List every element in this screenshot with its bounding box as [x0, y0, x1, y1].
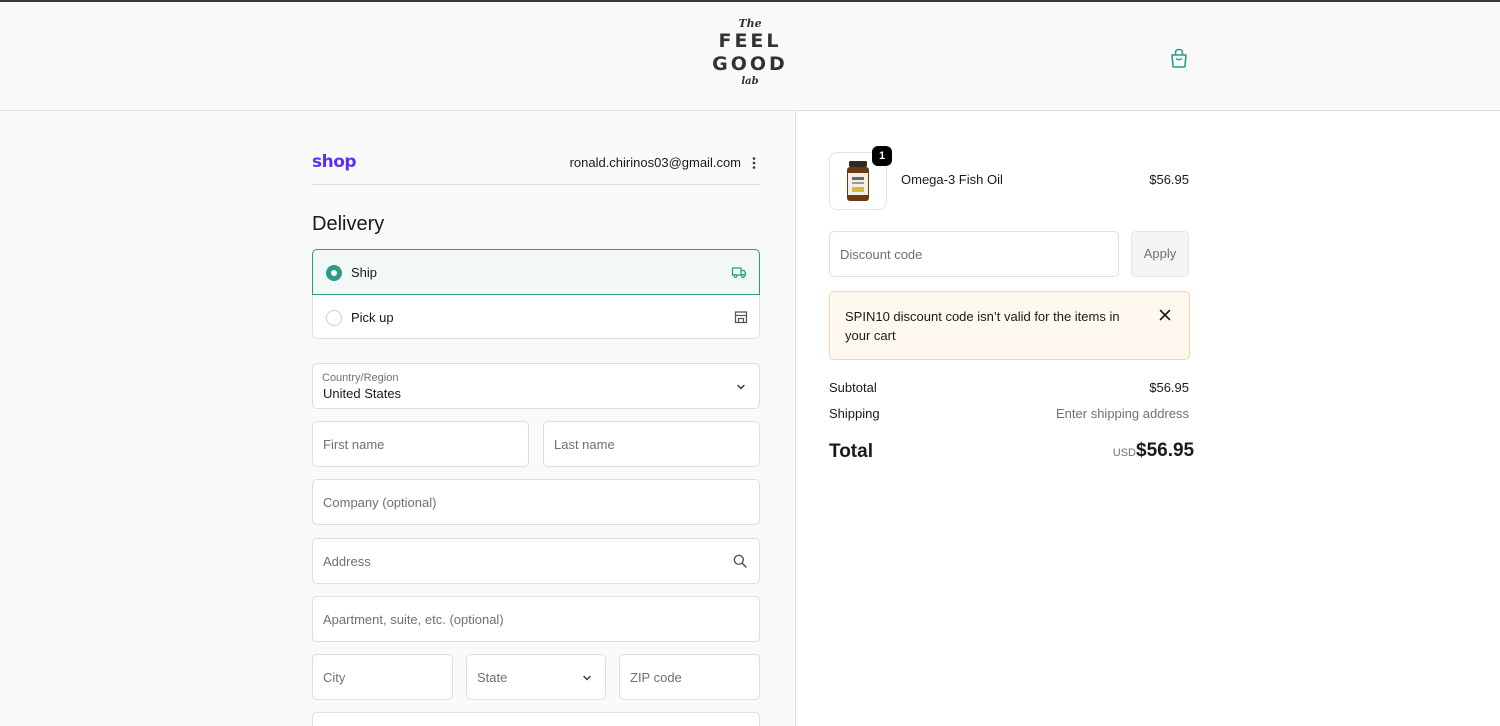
discount-error-alert: SPIN10 discount code isn’t valid for the… — [829, 291, 1190, 360]
shop-pay-logo: shop — [312, 152, 357, 172]
subtotal-label: Subtotal — [829, 380, 877, 395]
shipping-label: Shipping — [829, 406, 880, 421]
city-field[interactable] — [312, 654, 453, 700]
city-input[interactable] — [323, 655, 442, 699]
search-icon[interactable] — [732, 553, 748, 569]
discount-code-field[interactable] — [829, 231, 1119, 277]
logo-feel: FEEL — [718, 30, 782, 52]
store-icon — [734, 311, 748, 324]
address-input[interactable] — [323, 539, 749, 583]
total-amount: $56.95 — [1136, 440, 1195, 461]
total-label: Total — [829, 441, 873, 462]
apply-discount-button[interactable]: Apply — [1131, 231, 1189, 277]
last-name-field[interactable] — [543, 421, 760, 467]
total-currency: USD — [1112, 447, 1136, 459]
delivery-option-ship[interactable]: Ship — [312, 249, 760, 295]
order-summary-panel: 1 Omega-3 Fish Oil $56.95 Apply SPIN10 d… — [796, 111, 1500, 726]
account-email: ronald.chirinos03@gmail.com — [569, 155, 741, 170]
logo-lab: lab — [741, 76, 759, 87]
product-price: $56.95 — [1149, 172, 1189, 187]
country-select[interactable]: Country/Region United States — [312, 363, 760, 409]
subtotal-value: $56.95 — [1149, 380, 1189, 395]
feel-good-lab-logo[interactable]: The FEEL GOOD lab — [700, 18, 800, 100]
delivery-method-group: Ship Pick up — [312, 249, 760, 339]
shopping-bag-icon[interactable] — [1168, 47, 1190, 69]
logo-the: The — [738, 17, 762, 30]
state-placeholder: State — [477, 670, 508, 685]
chevron-down-icon — [583, 675, 591, 681]
discount-code-input[interactable] — [840, 232, 1110, 276]
close-icon[interactable] — [1159, 309, 1171, 321]
country-label: Country/Region — [322, 372, 399, 384]
shipping-value: Enter shipping address — [1056, 406, 1189, 421]
site-header: The FEEL GOOD lab — [0, 0, 1500, 111]
pickup-radio[interactable] — [326, 310, 342, 326]
truck-icon — [731, 267, 747, 279]
product-name: Omega-3 Fish Oil — [901, 172, 1003, 187]
account-divider — [312, 184, 760, 185]
ship-label: Ship — [351, 265, 378, 280]
state-select[interactable]: State — [466, 654, 606, 700]
last-name-input[interactable] — [554, 422, 749, 466]
company-field[interactable] — [312, 479, 760, 525]
more-options-icon[interactable] — [749, 155, 759, 171]
ship-radio[interactable] — [326, 265, 342, 281]
quantity-badge: 1 — [872, 146, 892, 166]
address-field[interactable] — [312, 538, 760, 584]
apartment-field[interactable] — [312, 596, 760, 642]
first-name-field[interactable] — [312, 421, 529, 467]
pickup-label: Pick up — [351, 310, 394, 325]
alert-message: SPIN10 discount code isn’t valid for the… — [845, 309, 1120, 343]
zip-field[interactable] — [619, 654, 760, 700]
phone-field[interactable] — [312, 712, 760, 726]
apartment-input[interactable] — [323, 597, 749, 641]
first-name-input[interactable] — [323, 422, 518, 466]
company-input[interactable] — [323, 480, 749, 524]
delivery-option-pickup[interactable]: Pick up — [313, 295, 761, 340]
country-value: United States — [323, 386, 402, 401]
logo-good: GOOD — [712, 53, 788, 75]
delivery-heading: Delivery — [312, 213, 385, 235]
checkout-form-panel: shop ronald.chirinos03@gmail.com Deliver… — [0, 111, 796, 726]
chevron-down-icon — [737, 384, 745, 390]
zip-input[interactable] — [630, 655, 749, 699]
